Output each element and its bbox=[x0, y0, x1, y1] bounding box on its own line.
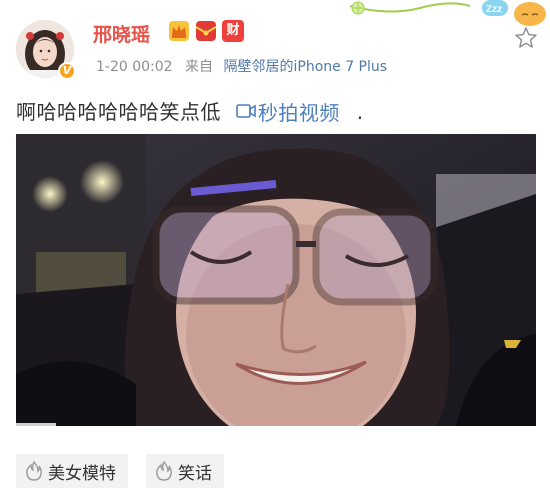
trailing-dot: . bbox=[356, 100, 364, 124]
verified-badge: V bbox=[58, 62, 76, 80]
video-link-label: 秒拍视频 bbox=[257, 100, 340, 125]
star-icon[interactable] bbox=[514, 26, 538, 54]
fire-icon bbox=[156, 461, 172, 481]
post-time: 1-20 00:02 bbox=[96, 59, 173, 75]
tag-item[interactable]: 美女模特 bbox=[16, 454, 128, 488]
wealth-badge[interactable]: 财 bbox=[222, 20, 244, 42]
video-progress-indicator bbox=[16, 423, 56, 426]
video-icon bbox=[236, 104, 256, 118]
red-envelope-icon[interactable] bbox=[195, 20, 217, 42]
user-badges: 财 bbox=[168, 20, 244, 44]
post-meta: 1-20 00:02 来自 隔壁邻居的iPhone 7 Plus bbox=[96, 56, 387, 76]
post-text-line: 啊哈哈哈哈哈哈笑点低 秒拍视频 . bbox=[16, 96, 364, 126]
sleeping-cat-icon: Zzz bbox=[349, 0, 546, 26]
tag-label: 笑话 bbox=[178, 463, 212, 484]
fire-icon bbox=[26, 461, 42, 481]
topic-tags: 美女模特 笑话 bbox=[16, 454, 224, 488]
video-frame bbox=[16, 134, 536, 426]
tag-item[interactable]: 笑话 bbox=[146, 454, 224, 488]
video-player[interactable] bbox=[16, 134, 536, 426]
post-text: 啊哈哈哈哈哈哈笑点低 bbox=[16, 100, 221, 124]
crown-icon[interactable] bbox=[168, 20, 190, 42]
author-name[interactable]: 邢晓瑶 bbox=[93, 20, 150, 47]
top-decoration: Zzz bbox=[349, 0, 550, 26]
video-link[interactable]: 秒拍视频 bbox=[236, 97, 340, 126]
source-prefix: 来自 bbox=[185, 59, 214, 75]
tag-label: 美女模特 bbox=[48, 463, 116, 484]
source-device[interactable]: 隔壁邻居的iPhone 7 Plus bbox=[223, 59, 387, 75]
sleep-text: Zzz bbox=[486, 4, 502, 15]
